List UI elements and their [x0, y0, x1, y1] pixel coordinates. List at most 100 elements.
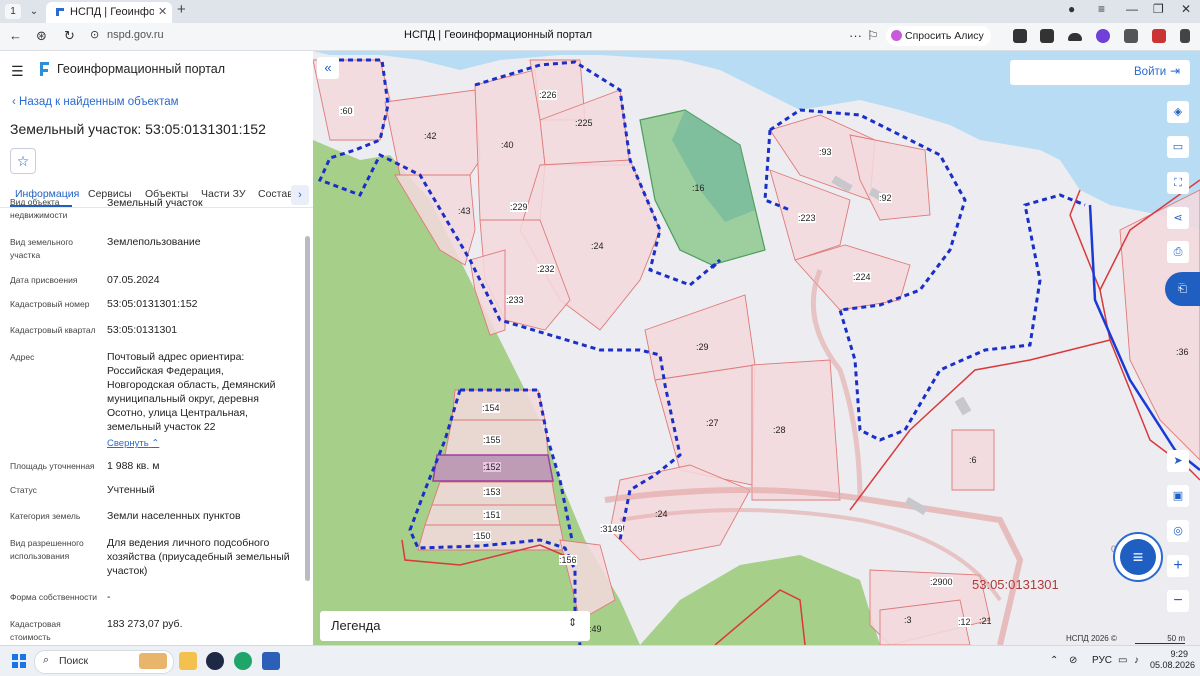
parcel-label[interactable]: :151: [483, 510, 501, 520]
parcel-label[interactable]: :6: [969, 455, 977, 465]
parcel-label[interactable]: :36: [1176, 347, 1189, 357]
network-icon[interactable]: ⊘: [1069, 655, 1077, 666]
extension-icon[interactable]: [1180, 29, 1190, 43]
parcel-label[interactable]: :92: [879, 193, 892, 203]
parcel-label[interactable]: :40: [501, 140, 514, 150]
word-icon[interactable]: [262, 652, 280, 670]
extension-icon[interactable]: [1040, 29, 1054, 43]
parcel-label[interactable]: :29: [696, 342, 709, 352]
restore-icon[interactable]: ❐: [1153, 2, 1164, 16]
field-label: Статус: [10, 485, 37, 495]
display-icon[interactable]: ▭: [1118, 655, 1127, 666]
new-tab-icon[interactable]: +: [177, 1, 186, 18]
url-field[interactable]: nspd.gov.ru: [107, 29, 164, 41]
parcel-label[interactable]: :60: [339, 106, 354, 116]
browser-tab[interactable]: НСПД | Геоинформаци ✕: [46, 2, 172, 23]
collapse-panel-icon[interactable]: «: [317, 57, 339, 79]
windows-start-icon[interactable]: [12, 654, 26, 668]
collapse-link[interactable]: Свернуть ⌃: [107, 438, 159, 449]
tray-chevron-icon[interactable]: ⌃: [1050, 655, 1058, 666]
minimize-icon[interactable]: —: [1126, 2, 1138, 16]
parcel-label[interactable]: :153: [483, 487, 501, 497]
windows-taskbar: ⌕ Поиск ⌃ ⊘ РУС ▭ ♪ 9:29 05.08.2026: [0, 645, 1200, 676]
chevron-up-icon: ⌃: [151, 438, 160, 449]
back-to-results-link[interactable]: ‹ Назад к найденным объектам: [12, 96, 179, 108]
reload-icon[interactable]: ↻: [64, 28, 75, 44]
parcel-label[interactable]: :2900: [930, 577, 953, 587]
chevron-down-icon[interactable]: ⌄: [26, 4, 42, 19]
extension-icon[interactable]: [1013, 29, 1027, 43]
parcel-label[interactable]: :49: [589, 624, 602, 634]
menu-icon[interactable]: ≡: [1098, 2, 1105, 16]
edge-icon[interactable]: [234, 652, 252, 670]
scale-bar: 50 m: [1135, 634, 1185, 644]
back-arrow-icon[interactable]: ←: [9, 28, 22, 43]
more-icon[interactable]: ···: [849, 28, 862, 43]
quarter-label[interactable]: 53:05:0131301: [972, 577, 1059, 592]
clock[interactable]: 9:29 05.08.2026: [1150, 649, 1195, 671]
language-indicator[interactable]: РУС: [1092, 655, 1112, 666]
parcel-label-selected[interactable]: :152: [483, 462, 501, 472]
search-icon: ⌕: [43, 654, 50, 666]
print-icon[interactable]: ⎙: [1167, 241, 1189, 263]
parcel-label[interactable]: :27: [706, 418, 719, 428]
parcel-label[interactable]: :42: [424, 131, 437, 141]
sidebar-scrollbar[interactable]: [305, 236, 310, 581]
tab-counter[interactable]: 1: [5, 4, 21, 19]
geolocation-icon[interactable]: ◎: [1167, 520, 1189, 542]
parcel-label[interactable]: :156: [559, 555, 577, 565]
profile-icon[interactable]: ●: [1068, 2, 1075, 16]
parcel-label[interactable]: :155: [483, 435, 501, 445]
ruler-icon[interactable]: ▭: [1167, 136, 1189, 158]
taskbar-search[interactable]: ⌕ Поиск: [34, 650, 174, 674]
select-area-icon[interactable]: ⛶: [1167, 172, 1189, 194]
parcel-label[interactable]: :21: [979, 616, 992, 626]
shield-icon[interactable]: ⊛: [36, 28, 47, 44]
parcel-label[interactable]: :93: [819, 147, 832, 157]
zoom-out-button[interactable]: −: [1167, 590, 1189, 612]
bookmark-icon[interactable]: ⚐: [867, 28, 879, 44]
parcel-label[interactable]: :43: [458, 206, 471, 216]
lock-icon[interactable]: ⊙: [90, 28, 99, 41]
locate-icon[interactable]: ➤: [1167, 450, 1189, 472]
parcel-label[interactable]: :12: [958, 617, 971, 627]
extension-icon[interactable]: [1152, 29, 1166, 43]
yandex-browser-icon[interactable]: [206, 652, 224, 670]
parcel-label[interactable]: :223: [798, 213, 816, 223]
field-value: 1 988 кв. м: [107, 460, 160, 472]
share-icon[interactable]: ⋖: [1167, 207, 1189, 229]
parcel-label[interactable]: :229: [510, 202, 528, 212]
close-window-icon[interactable]: ✕: [1181, 2, 1191, 16]
parcel-label[interactable]: :232: [537, 264, 555, 274]
speaker-icon[interactable]: ♪: [1134, 655, 1139, 666]
layers-icon[interactable]: ◈: [1167, 101, 1189, 123]
parcel-label[interactable]: :24: [591, 241, 604, 251]
extension-icon[interactable]: [1068, 33, 1082, 41]
parcel-label[interactable]: :224: [853, 272, 871, 282]
parcel-label[interactable]: :3: [904, 615, 912, 625]
extension-icon[interactable]: [1096, 29, 1110, 43]
close-tab-icon[interactable]: ✕: [158, 2, 167, 22]
chat-button[interactable]: ≡: [1113, 532, 1163, 582]
parcel-label[interactable]: :233: [506, 295, 524, 305]
minimap-icon[interactable]: ▣: [1167, 485, 1189, 507]
parcel-label[interactable]: :225: [575, 118, 593, 128]
parcel-label[interactable]: :150: [473, 531, 491, 541]
login-button[interactable]: Войти ⇥: [1010, 60, 1190, 85]
parcel-label[interactable]: :16: [692, 183, 705, 193]
parcel-label[interactable]: :24: [655, 509, 668, 519]
parcel-label[interactable]: :226: [539, 90, 557, 100]
extension-icon[interactable]: [1124, 29, 1138, 43]
hamburger-menu-icon[interactable]: ☰: [11, 63, 24, 80]
parcel-label[interactable]: :28: [773, 425, 786, 435]
alice-button[interactable]: Спросить Алису AI: [886, 26, 991, 62]
parcel-label[interactable]: :154: [482, 403, 500, 413]
chat-icon: ≡: [1120, 539, 1156, 575]
cadastral-map[interactable]: :60 :42 :40 :226 :225 :43 :229 :24 :232 …: [313, 51, 1200, 645]
file-explorer-icon[interactable]: [179, 652, 197, 670]
zoom-in-button[interactable]: +: [1167, 555, 1189, 577]
parcel-label[interactable]: :3149: [600, 524, 623, 534]
gosuslugi-icon[interactable]: ⎗: [1165, 272, 1200, 306]
favorite-star-icon[interactable]: ☆: [10, 148, 36, 174]
legend-dropdown[interactable]: Легенда ⇕: [320, 611, 590, 641]
